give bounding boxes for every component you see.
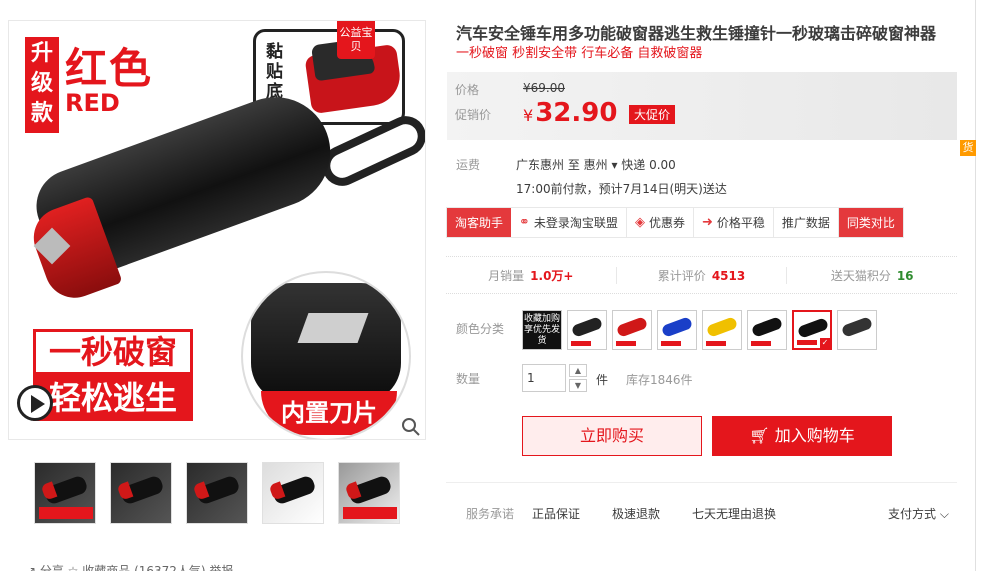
price-value: 32.90 (535, 98, 618, 128)
add-to-cart-button[interactable]: 🛒︎ 加入购物车 (712, 416, 892, 456)
tool-promo-data[interactable]: 推广数据 (774, 208, 839, 237)
stat-monthly-sales: 月销量 1.0万+ (446, 266, 617, 284)
thumbnail-2[interactable] (110, 462, 172, 524)
share-favorite-links[interactable]: ↗ 分享 ☆ 收藏商品 (16372人气) 举报 (26, 562, 233, 571)
stat-label: 月销量 (488, 268, 525, 283)
plugin-toolbar: 淘客助手 ⚭ 未登录淘宝联盟 ◈ 优惠券 ➜ 价格平稳 推广数据 同类对比 (446, 207, 904, 238)
thumbnail-1[interactable] (34, 462, 96, 524)
stat-label: 累计评价 (657, 268, 706, 283)
original-price: ¥69.00 (523, 81, 565, 95)
stat-label: 送天猫积分 (830, 268, 891, 283)
price-label: 价格 (455, 83, 480, 97)
stat-reviews[interactable]: 累计评价 4513 (617, 266, 788, 284)
shipping-destination[interactable]: 广东惠州 至 惠州 ▾ 快递 0.00 (516, 156, 676, 173)
arrow-right-icon: ➜ (701, 215, 713, 230)
link-icon: ⚭ (519, 215, 530, 230)
tool-label: 价格平稳 (716, 216, 765, 230)
currency-symbol: ¥ (523, 106, 534, 125)
tag-icon: ◈ (634, 215, 645, 230)
buy-now-button[interactable]: 立即购买 (522, 416, 702, 456)
thumbnail-strip (34, 462, 400, 524)
blade-detail-circle: 内置刀片 (241, 271, 411, 439)
tool-coupon[interactable]: ◈ 优惠券 (627, 208, 694, 237)
service-promise: 服务承诺 正品保证 极速退款 七天无理由退换 支付方式 ⌵ (446, 482, 957, 540)
swatch-favorite-promo[interactable]: 收藏加购享优先发货 (522, 310, 562, 350)
promo-tag: 大促价 (629, 105, 676, 124)
product-subtitle: 一秒破窗 秒割安全带 行车必备 自救破窗器 (456, 46, 703, 61)
quantity-increase-button[interactable]: ▲ (569, 364, 587, 377)
swatch-8[interactable] (837, 310, 877, 350)
color-swatches: 收藏加购享优先发货 (522, 310, 877, 350)
swatch-3[interactable] (612, 310, 652, 350)
color-name-en: RED (65, 89, 120, 117)
promo-text-2: 轻松逃生 (33, 375, 193, 421)
tool-label: 淘客助手 (455, 216, 504, 230)
tool-label: 同类对比 (846, 216, 895, 230)
swatch-2[interactable] (567, 310, 607, 350)
blade-housing (251, 283, 401, 403)
stat-value: 1.0万+ (530, 268, 574, 283)
delivery-estimate: 17:00前付款，预计7月14日(明天)送达 (516, 182, 727, 196)
tool-label: 推广数据 (781, 216, 830, 230)
thumbnail-5[interactable] (338, 462, 400, 524)
product-title: 汽车安全锤车用多功能破窗器逃生救生锤撞针一秒玻璃击碎破窗神器 (456, 24, 937, 43)
promo-text-1: 一秒破窗 (33, 329, 193, 375)
blade-image (297, 313, 369, 343)
color-name-cn: 红色 (65, 44, 154, 93)
promo-price-label: 促销价 (455, 108, 492, 122)
play-video-icon[interactable] (17, 385, 53, 421)
service-genuine[interactable]: 正品保证 (532, 505, 580, 522)
service-7day-return[interactable]: 七天无理由退换 (692, 505, 776, 522)
current-price: ¥32.90 (523, 98, 617, 128)
service-label: 服务承诺 (466, 507, 515, 521)
payment-methods-dropdown[interactable]: 支付方式 ⌵ (888, 505, 949, 522)
stat-value: 4513 (711, 268, 746, 283)
tool-label: 未登录淘宝联盟 (533, 216, 618, 230)
service-fast-refund[interactable]: 极速退款 (612, 505, 660, 522)
shipping-label: 运费 (456, 158, 481, 172)
stock-count: 库存1846件 (626, 373, 693, 387)
main-product-image[interactable]: 升级款 红色 RED 黏贴底座 公益宝贝 一秒破窗 轻松逃生 内置刀片 (8, 20, 426, 440)
price-panel: 价格 ¥69.00 促销价 ¥32.90 大促价 (447, 72, 957, 140)
side-goods-tag[interactable]: 货 (960, 140, 976, 156)
upgrade-tag: 升级款 (25, 37, 59, 133)
charity-badge: 公益宝贝 (337, 21, 375, 59)
thumbnail-4[interactable] (262, 462, 324, 524)
tool-price-trend[interactable]: ➜ 价格平稳 (694, 208, 774, 237)
stat-points: 送天猫积分 16 (787, 267, 957, 284)
add-cart-label: 加入购物车 (774, 426, 855, 445)
quantity-input[interactable] (522, 364, 566, 392)
swatch-7-selected[interactable] (792, 310, 832, 350)
quantity-unit: 件 (596, 373, 609, 387)
tool-label: 优惠券 (648, 216, 685, 230)
cart-icon: 🛒︎ (749, 426, 775, 445)
sidebar-divider (975, 0, 976, 571)
quantity-decrease-button[interactable]: ▼ (569, 379, 587, 392)
tool-alliance-login[interactable]: ⚭ 未登录淘宝联盟 (511, 208, 627, 237)
swatch-4[interactable] (657, 310, 697, 350)
blade-label: 内置刀片 (261, 391, 397, 435)
swatch-5[interactable] (702, 310, 742, 350)
thumbnail-3[interactable] (186, 462, 248, 524)
sales-stats: 月销量 1.0万+ 累计评价 4513 送天猫积分 16 (446, 256, 957, 294)
stat-value: 16 (896, 268, 914, 283)
magnifier-icon[interactable] (401, 417, 421, 437)
quantity-label: 数量 (456, 372, 481, 386)
swatch-6[interactable] (747, 310, 787, 350)
tool-compare[interactable]: 同类对比 (838, 208, 903, 237)
tool-taoke-assistant[interactable]: 淘客助手 (447, 208, 512, 237)
color-option-label: 颜色分类 (456, 322, 505, 336)
